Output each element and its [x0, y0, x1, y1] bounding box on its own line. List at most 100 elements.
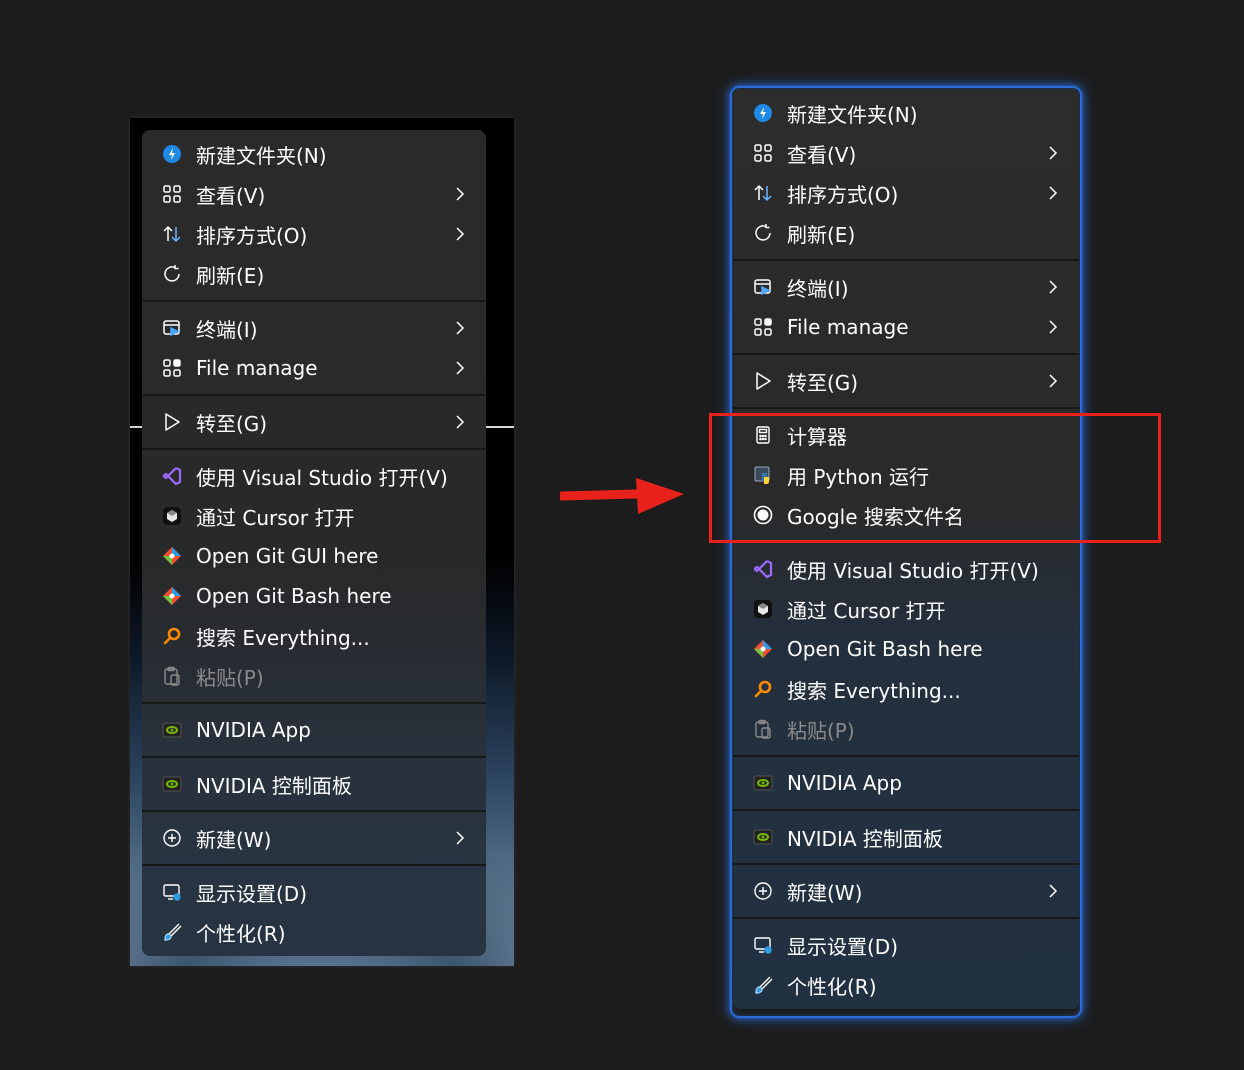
menu-item-label: 排序方式(O) — [196, 223, 308, 248]
nvidia-icon — [751, 825, 775, 849]
menu-item-personalize[interactable]: 个性化(R) — [142, 912, 486, 952]
chevron-right-icon — [456, 227, 465, 241]
menu-item-label: 搜索 Everything... — [787, 678, 961, 703]
menu-item-label: 刷新(E) — [787, 222, 856, 247]
horizon-line-right — [486, 426, 514, 428]
menu-item-display-settings[interactable]: 显示设置(D) — [142, 872, 486, 912]
menu-separator — [142, 448, 486, 450]
menu-item-label: NVIDIA 控制面板 — [196, 773, 352, 798]
menu-item-label: 转至(G) — [787, 370, 859, 395]
chevron-right-icon — [1049, 320, 1058, 334]
menu-item-visual-studio[interactable]: 使用 Visual Studio 打开(V) — [733, 549, 1079, 589]
file-manage-icon — [751, 315, 775, 339]
menu-item-terminal[interactable]: 终端(I) — [733, 267, 1079, 307]
everything-search-icon — [160, 624, 184, 648]
new-plus-icon — [160, 826, 184, 850]
menu-item-cursor[interactable]: 通过 Cursor 打开 — [142, 496, 486, 536]
menu-item-new-folder[interactable]: 新建文件夹(N) — [733, 93, 1079, 133]
menu-separator — [733, 809, 1079, 811]
menu-separator — [142, 810, 486, 812]
menu-item-sort[interactable]: 排序方式(O) — [733, 173, 1079, 213]
menu-separator — [733, 863, 1079, 865]
context-menu-modified: 新建文件夹(N) 查看(V) 排序方式(O) 刷新(E) 终端(I) File … — [733, 89, 1079, 1009]
menu-item-label: 个性化(R) — [787, 974, 877, 999]
menu-item-everything[interactable]: 搜索 Everything... — [142, 616, 486, 656]
sort-icon — [751, 181, 775, 205]
chevron-right-icon — [1049, 186, 1058, 200]
menu-item-label: 查看(V) — [787, 142, 857, 167]
menu-item-label: Open Git Bash here — [196, 584, 392, 608]
red-arrow-annotation — [560, 478, 684, 514]
menu-item-label: 转至(G) — [196, 411, 268, 436]
menu-item-label: File manage — [787, 315, 909, 339]
menu-item-label: 排序方式(O) — [787, 182, 899, 207]
git-icon — [160, 544, 184, 568]
menu-item-label: 新建文件夹(N) — [196, 143, 327, 168]
menu-item-goto[interactable]: 转至(G) — [142, 402, 486, 442]
menu-item-new[interactable]: 新建(W) — [733, 871, 1079, 911]
menu-item-new[interactable]: 新建(W) — [142, 818, 486, 858]
chevron-right-icon — [456, 415, 465, 429]
view-grid-icon — [160, 182, 184, 206]
chevron-right-icon — [1049, 146, 1058, 160]
menu-item-nvidia-app[interactable]: NVIDIA App — [733, 763, 1079, 803]
menu-separator — [733, 259, 1079, 261]
menu-item-view[interactable]: 查看(V) — [142, 174, 486, 214]
menu-item-label: 查看(V) — [196, 183, 266, 208]
menu-item-git-bash[interactable]: Open Git Bash here — [142, 576, 486, 616]
new-folder-icon — [751, 101, 775, 125]
menu-item-display-settings[interactable]: 显示设置(D) — [733, 925, 1079, 965]
git-icon — [160, 584, 184, 608]
menu-item-label: 通过 Cursor 打开 — [787, 598, 946, 623]
menu-item-visual-studio[interactable]: 使用 Visual Studio 打开(V) — [142, 456, 486, 496]
menu-item-label: 搜索 Everything... — [196, 625, 370, 650]
chevron-right-icon — [456, 831, 465, 845]
terminal-icon — [160, 316, 184, 340]
menu-item-goto[interactable]: 转至(G) — [733, 361, 1079, 401]
menu-separator — [142, 394, 486, 396]
menu-item-view[interactable]: 查看(V) — [733, 133, 1079, 173]
menu-item-label: NVIDIA 控制面板 — [787, 826, 943, 851]
display-settings-icon — [751, 933, 775, 957]
menu-item-label: 显示设置(D) — [196, 881, 308, 906]
personalize-brush-icon — [160, 920, 184, 944]
menu-item-label: 通过 Cursor 打开 — [196, 505, 355, 530]
menu-item-new-folder[interactable]: 新建文件夹(N) — [142, 134, 486, 174]
nvidia-icon — [751, 771, 775, 795]
menu-separator — [733, 917, 1079, 919]
menu-item-label: 粘贴(P) — [787, 718, 855, 743]
menu-item-nvidia-app[interactable]: NVIDIA App — [142, 710, 486, 750]
menu-item-label: 使用 Visual Studio 打开(V) — [196, 465, 448, 490]
menu-item-git-bash[interactable]: Open Git Bash here — [733, 629, 1079, 669]
menu-separator — [142, 756, 486, 758]
menu-item-everything[interactable]: 搜索 Everything... — [733, 669, 1079, 709]
menu-item-label: 个性化(R) — [196, 921, 286, 946]
menu-item-label: 粘贴(P) — [196, 665, 264, 690]
menu-separator — [142, 864, 486, 866]
paste-icon — [751, 717, 775, 741]
menu-item-paste: 粘贴(P) — [733, 709, 1079, 749]
menu-item-paste: 粘贴(P) — [142, 656, 486, 696]
menu-item-cursor[interactable]: 通过 Cursor 打开 — [733, 589, 1079, 629]
new-folder-icon — [160, 142, 184, 166]
menu-item-refresh[interactable]: 刷新(E) — [733, 213, 1079, 253]
menu-item-label: 新建(W) — [196, 827, 272, 852]
chevron-right-icon — [456, 187, 465, 201]
menu-item-file-manage[interactable]: File manage — [733, 307, 1079, 347]
menu-item-nvidia-control-panel[interactable]: NVIDIA 控制面板 — [142, 764, 486, 804]
goto-icon — [751, 369, 775, 393]
menu-item-git-gui[interactable]: Open Git GUI here — [142, 536, 486, 576]
menu-item-personalize[interactable]: 个性化(R) — [733, 965, 1079, 1005]
menu-item-label: 终端(I) — [196, 317, 258, 342]
goto-icon — [160, 410, 184, 434]
chevron-right-icon — [1049, 280, 1058, 294]
cursor-app-icon — [751, 597, 775, 621]
menu-item-sort[interactable]: 排序方式(O) — [142, 214, 486, 254]
menu-item-nvidia-control-panel[interactable]: NVIDIA 控制面板 — [733, 817, 1079, 857]
menu-separator — [142, 702, 486, 704]
git-icon — [751, 637, 775, 661]
menu-item-terminal[interactable]: 终端(I) — [142, 308, 486, 348]
menu-item-refresh[interactable]: 刷新(E) — [142, 254, 486, 294]
horizon-line-left — [130, 426, 142, 428]
menu-item-file-manage[interactable]: File manage — [142, 348, 486, 388]
